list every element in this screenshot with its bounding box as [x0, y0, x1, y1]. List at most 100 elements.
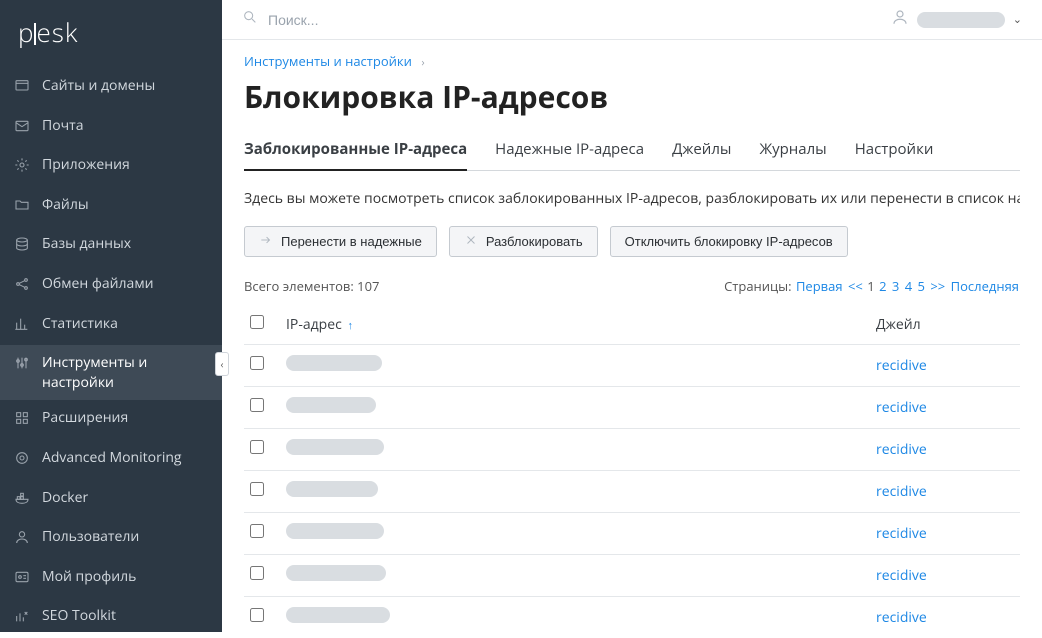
sidebar-item[interactable]: Обмен файлами: [0, 266, 222, 306]
pager-page[interactable]: 4: [905, 277, 912, 295]
table-row: recidive: [244, 555, 1020, 597]
jail-link[interactable]: recidive: [876, 398, 927, 417]
pager-current: 1: [867, 277, 874, 295]
page-title: Блокировка IP-адресов: [244, 76, 1020, 117]
button-label: Отключить блокировку IP-адресов: [625, 234, 833, 249]
sidebar-item[interactable]: Мой профиль: [0, 559, 222, 599]
arrow-right-icon: [259, 233, 273, 250]
row-checkbox[interactable]: [250, 356, 264, 370]
row-checkbox[interactable]: [250, 608, 264, 622]
user-menu[interactable]: ⌄: [891, 8, 1022, 31]
sliders-icon: [14, 353, 30, 377]
page-description: Здесь вы можете посмотреть список заблок…: [244, 189, 1020, 208]
sidebar-item-label: Инструменты и настройки: [42, 353, 208, 392]
sidebar-item[interactable]: Базы данных: [0, 226, 222, 266]
ip-address-masked: [286, 439, 384, 455]
unblock-button[interactable]: Разблокировать: [449, 226, 598, 257]
seo-icon: [14, 606, 30, 630]
search-wrap: [242, 9, 891, 30]
tab[interactable]: Надежные IP-адреса: [495, 139, 644, 170]
sidebar-item[interactable]: Advanced Monitoring: [0, 440, 222, 480]
sidebar-item[interactable]: Пользователи: [0, 519, 222, 559]
logo-wrap: pesk: [0, 0, 222, 64]
logo: pesk: [18, 14, 78, 50]
breadcrumb: Инструменты и настройки ›: [244, 52, 1020, 70]
jail-link[interactable]: recidive: [876, 524, 927, 543]
row-checkbox[interactable]: [250, 398, 264, 412]
breadcrumb-link[interactable]: Инструменты и настройки: [244, 52, 412, 70]
sidebar-item[interactable]: Инструменты и настройки: [0, 345, 222, 400]
tab[interactable]: Заблокированные IP-адреса: [244, 139, 467, 171]
col-ip-header[interactable]: IP-адрес ↑: [280, 305, 870, 345]
sidebar-item-label: Статистика: [42, 314, 118, 334]
table-row: recidive: [244, 471, 1020, 513]
sidebar-item-label: Почта: [42, 116, 83, 136]
disable-ip-blocking-button[interactable]: Отключить блокировку IP-адресов: [610, 226, 848, 257]
jail-link[interactable]: recidive: [876, 356, 927, 375]
tabs: Заблокированные IP-адреса Надежные IP-адр…: [244, 139, 1020, 171]
row-checkbox[interactable]: [250, 524, 264, 538]
sidebar-collapse-toggle[interactable]: ‹: [215, 352, 229, 376]
pager: Страницы: Первая << 1 2 3 4 5 >> Последн…: [724, 277, 1020, 295]
tab[interactable]: Настройки: [855, 139, 934, 170]
button-label: Перенести в надежные: [281, 234, 422, 249]
chevron-right-icon: ›: [421, 55, 424, 70]
target-icon: [14, 448, 30, 472]
pager-page[interactable]: 5: [918, 277, 925, 295]
jail-link[interactable]: recidive: [876, 482, 927, 501]
pager-last[interactable]: Последняя: [951, 277, 1019, 295]
ip-address-masked: [286, 397, 376, 413]
pager-page[interactable]: 3: [892, 277, 899, 295]
pager-prev[interactable]: <<: [848, 277, 863, 295]
jail-link[interactable]: recidive: [876, 440, 927, 459]
person-icon: [14, 527, 30, 551]
sort-asc-icon: ↑: [347, 318, 353, 333]
tab[interactable]: Джейлы: [672, 139, 731, 170]
sidebar-item[interactable]: Почта: [0, 108, 222, 148]
jail-link[interactable]: recidive: [876, 566, 927, 585]
user-name-placeholder: [917, 12, 1005, 28]
pages-label: Страницы:: [724, 277, 792, 295]
ip-table: IP-адрес ↑ Джейл recidive recidive recidiv…: [244, 305, 1020, 632]
table-row: recidive: [244, 387, 1020, 429]
sidebar-item[interactable]: Приложения: [0, 147, 222, 187]
gear-icon: [14, 155, 30, 179]
jail-link[interactable]: recidive: [876, 608, 927, 627]
col-jail-header[interactable]: Джейл: [870, 305, 1020, 345]
sidebar-item-label: Advanced Monitoring: [42, 448, 182, 468]
search-input[interactable]: [268, 12, 568, 28]
col-jail-label: Джейл: [876, 315, 921, 334]
sidebar-item-label: Docker: [42, 488, 88, 508]
col-ip-label: IP-адрес: [286, 315, 342, 334]
list-meta: Всего элементов: 107 Страницы: Первая <<…: [244, 277, 1020, 295]
mail-icon: [14, 116, 30, 140]
select-all-checkbox[interactable]: [250, 315, 264, 329]
table-row: recidive: [244, 513, 1020, 555]
docker-icon: [14, 488, 30, 512]
user-icon: [891, 8, 909, 31]
chart-icon: [14, 314, 30, 338]
pager-page[interactable]: 2: [879, 277, 886, 295]
sidebar-item[interactable]: Сайты и домены: [0, 68, 222, 108]
sidebar-item[interactable]: Статистика: [0, 306, 222, 346]
sidebar-item-label: Приложения: [42, 155, 130, 175]
grid-icon: [14, 408, 30, 432]
toolbar: Перенести в надежные Разблокировать Откл…: [244, 226, 1020, 257]
card-icon: [14, 567, 30, 591]
window-icon: [14, 76, 30, 100]
sidebar-item[interactable]: Расширения: [0, 400, 222, 440]
move-to-trusted-button[interactable]: Перенести в надежные: [244, 226, 437, 257]
sidebar-item-label: Файлы: [42, 195, 89, 215]
row-checkbox[interactable]: [250, 482, 264, 496]
row-checkbox[interactable]: [250, 440, 264, 454]
table-row: recidive: [244, 345, 1020, 387]
share-icon: [14, 274, 30, 298]
pager-first[interactable]: Первая: [796, 277, 843, 295]
row-checkbox[interactable]: [250, 566, 264, 580]
chevron-left-icon: ‹: [220, 357, 223, 371]
pager-next[interactable]: >>: [930, 277, 945, 295]
sidebar-item[interactable]: Файлы: [0, 187, 222, 227]
sidebar-item-label: Пользователи: [42, 527, 139, 547]
sidebar-item[interactable]: Docker: [0, 480, 222, 520]
tab[interactable]: Журналы: [759, 139, 826, 170]
